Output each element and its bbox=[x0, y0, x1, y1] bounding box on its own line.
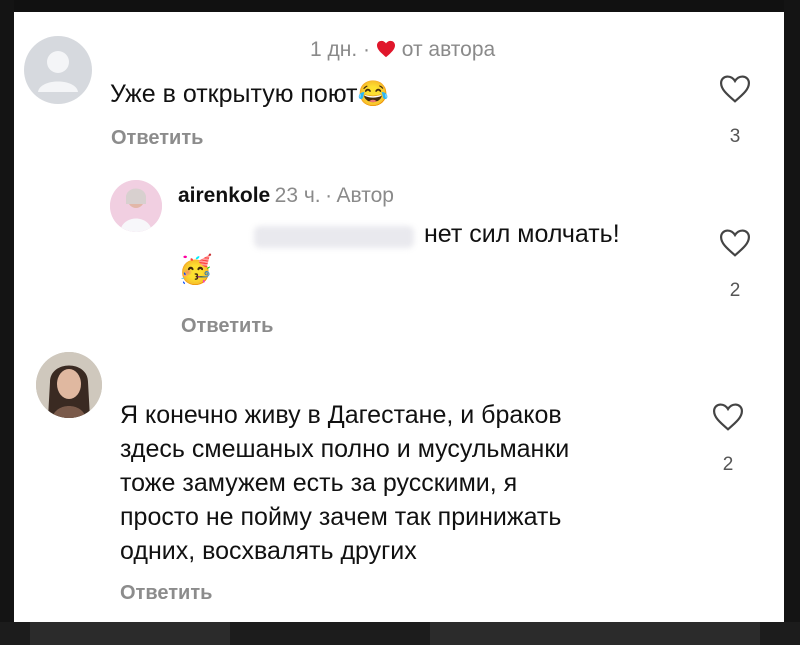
comment-text-line: просто не пойму зачем так принижать bbox=[120, 503, 562, 531]
laughing-emoji: 😂 bbox=[357, 80, 389, 108]
username[interactable]: airenkole bbox=[178, 184, 270, 207]
like-button[interactable] bbox=[711, 402, 745, 437]
like-button[interactable] bbox=[718, 228, 752, 263]
like-count: 2 bbox=[729, 280, 741, 301]
screen-frame-bottom bbox=[0, 622, 800, 645]
heart-filled-icon bbox=[376, 40, 395, 58]
reply-meta: airenkole 23 ч. · Автор bbox=[178, 184, 394, 208]
avatar-photo-icon bbox=[36, 352, 102, 418]
like-count: 3 bbox=[729, 126, 741, 147]
reply-comment: airenkole 23 ч. · Автор нет сил молчать!… bbox=[14, 172, 784, 342]
screen-frame-top bbox=[0, 0, 800, 12]
comment-time: 1 дн. bbox=[310, 38, 358, 61]
author-badge: Автор bbox=[336, 184, 394, 207]
comment-text-line: тоже замужем есть за русскими, я bbox=[120, 469, 518, 497]
comment-2: Я конечно живу в Дагестане, и браков зде… bbox=[14, 342, 784, 622]
author-liked-note: от автора bbox=[401, 38, 496, 61]
comment-text-line: Я конечно живу в Дагестане, и браков bbox=[120, 401, 562, 429]
blurred-text bbox=[254, 226, 414, 248]
screen-frame-left bbox=[0, 0, 14, 645]
like-count: 2 bbox=[722, 454, 734, 475]
reply-button[interactable]: Ответить bbox=[181, 315, 273, 338]
heart-outline-icon bbox=[719, 229, 751, 257]
reply-time: 23 ч. bbox=[274, 184, 321, 207]
reply-button[interactable]: Ответить bbox=[111, 127, 203, 150]
screen-frame-right bbox=[784, 0, 800, 645]
meta-separator: · bbox=[363, 38, 371, 61]
user-avatar[interactable] bbox=[24, 36, 92, 104]
like-button[interactable] bbox=[718, 74, 752, 109]
comment-meta: 1 дн. · от автора bbox=[310, 38, 495, 62]
reply-text: нет сил молчать! bbox=[424, 220, 620, 248]
comment-text-line: одних, восхвалять других bbox=[120, 537, 417, 565]
user-avatar[interactable] bbox=[110, 180, 162, 232]
party-emoji: 🥳 bbox=[178, 254, 213, 285]
comment-text: Я конечно живу в Дагестане, и браков зде… bbox=[120, 398, 569, 568]
comment-text-content: Уже в открытую поют bbox=[110, 80, 358, 108]
avatar-photo-icon bbox=[110, 180, 162, 232]
comment-text-line: здесь смешаных полно и мусульманки bbox=[120, 435, 570, 463]
comment-text: Уже в открытую поют😂 bbox=[110, 80, 389, 109]
user-avatar[interactable] bbox=[36, 352, 102, 418]
heart-outline-icon bbox=[712, 403, 744, 431]
background-block bbox=[30, 622, 230, 645]
heart-outline-icon bbox=[719, 75, 751, 103]
comments-panel: 1 дн. · от автора Уже в открытую поют😂 О… bbox=[14, 12, 784, 622]
comment-1: 1 дн. · от автора Уже в открытую поют😂 О… bbox=[14, 12, 784, 172]
background-block bbox=[430, 622, 760, 645]
meta-separator: · bbox=[325, 184, 333, 207]
reply-button[interactable]: Ответить bbox=[120, 582, 212, 605]
avatar-default-icon bbox=[38, 51, 78, 92]
